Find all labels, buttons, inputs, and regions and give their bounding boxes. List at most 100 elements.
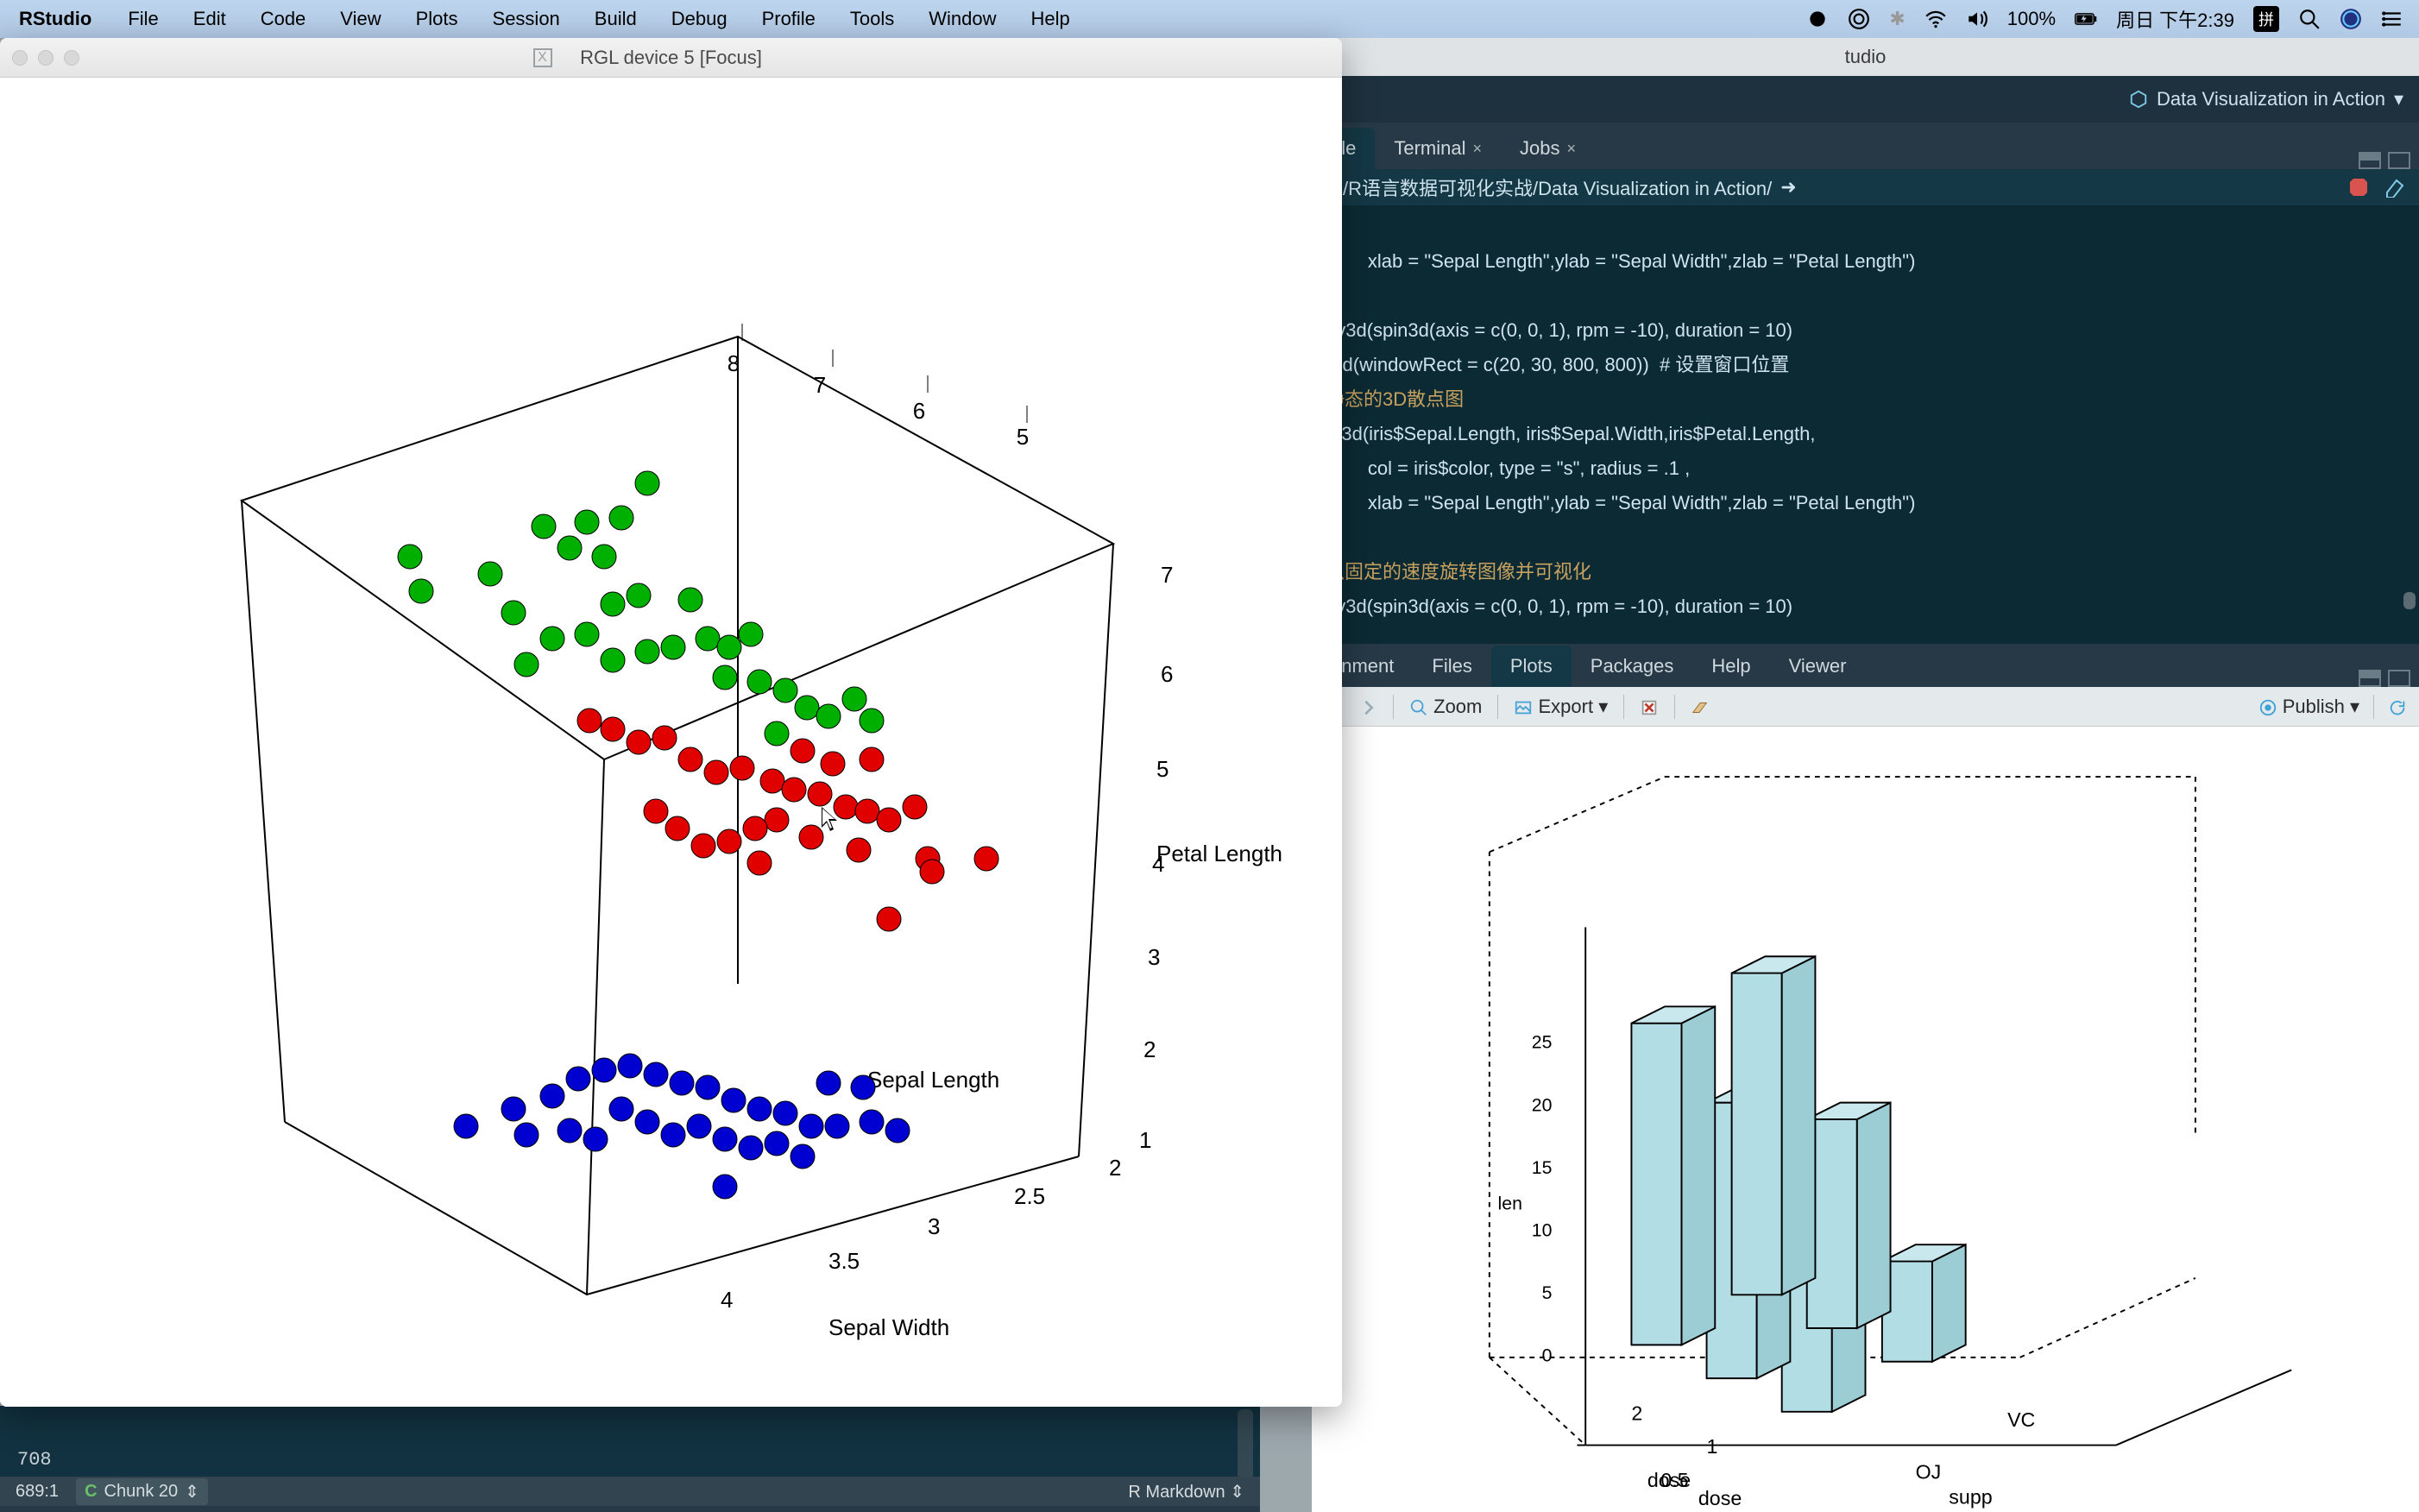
menu-build[interactable]: Build (577, 8, 654, 30)
next-plot-icon[interactable] (1358, 696, 1377, 718)
svg-text:8: 8 (728, 350, 740, 376)
tab-jobs[interactable]: Jobs × (1501, 128, 1595, 169)
menu-debug[interactable]: Debug (654, 8, 745, 30)
plots-toolbar: Zoom Export ▾ Publish ▾ (1312, 687, 2419, 727)
svg-text:Sepal Length: Sepal Length (867, 1067, 999, 1093)
battery-percent: 100% (2007, 8, 2056, 30)
bluetooth-icon[interactable]: ✱ (1889, 8, 1905, 30)
project-name: Data Visualization in Action (2157, 88, 2385, 110)
tab-help[interactable]: Help (1692, 646, 1769, 687)
menu-code[interactable]: Code (243, 8, 324, 30)
menu-extras-icon[interactable] (2381, 8, 2403, 30)
rstudio-titlebar: tudio (1312, 38, 2419, 76)
svg-text:dose: dose (1698, 1487, 1742, 1509)
menu-session[interactable]: Session (476, 8, 577, 30)
stop-icon[interactable] (2348, 177, 2369, 198)
source-tabs: ole Terminal× Jobs× (1312, 123, 2419, 169)
chevron-down-icon: ▾ (2394, 88, 2403, 110)
clear-console-icon[interactable] (2383, 177, 2407, 198)
menu-help[interactable]: Help (1014, 8, 1087, 30)
close-icon[interactable]: × (1567, 140, 1577, 158)
goto-arrow-icon[interactable]: ➜ (1780, 176, 1796, 198)
rstudio-title-partial: tudio (1845, 46, 1887, 68)
pane-resize-icons[interactable] (2359, 670, 2419, 687)
tab-label: Help (1711, 655, 1750, 677)
tab-label: Terminal (1394, 137, 1465, 160)
scrollbar[interactable] (1238, 1409, 1253, 1480)
console-path-row: 课/R语言数据可视化实战/Data Visualization in Actio… (1312, 169, 2419, 205)
publish-button[interactable]: Publish ▾ (2258, 696, 2359, 718)
menu-tools[interactable]: Tools (833, 8, 911, 30)
svg-text:5: 5 (1017, 424, 1029, 450)
svg-text:7: 7 (1161, 562, 1173, 588)
svg-text:5: 5 (1542, 1282, 1553, 1303)
tab-label: Jobs (1520, 137, 1559, 160)
siri-icon[interactable] (2340, 8, 2362, 30)
rgl-titlebar[interactable]: X RGL device 5 [Focus] (0, 38, 1342, 78)
svg-text:2: 2 (1631, 1402, 1642, 1425)
tab-plots[interactable]: Plots (1491, 646, 1572, 687)
menu-plots[interactable]: Plots (399, 8, 476, 30)
svg-text:4: 4 (721, 1287, 733, 1313)
svg-text:3: 3 (1148, 944, 1160, 970)
menu-edit[interactable]: Edit (176, 8, 243, 30)
svg-text:6: 6 (1161, 661, 1173, 687)
refresh-plot-icon[interactable] (2388, 696, 2407, 718)
menu-file[interactable]: File (110, 8, 175, 30)
svg-text:20: 20 (1532, 1094, 1553, 1115)
wifi-icon[interactable] (1924, 8, 1947, 30)
rgl-window[interactable]: X RGL device 5 [Focus] 8 7 (0, 38, 1342, 1407)
filetype-select[interactable]: R Markdown ⇕ (1128, 1481, 1244, 1503)
svg-text:15: 15 (1532, 1157, 1553, 1178)
app-name[interactable]: RStudio (0, 8, 110, 30)
svg-text:supp: supp (1949, 1485, 1992, 1508)
tab-label: Viewer (1789, 655, 1847, 677)
menu-window[interactable]: Window (911, 8, 1013, 30)
zoom-button[interactable]: Zoom (1409, 696, 1482, 718)
menu-profile[interactable]: Profile (745, 8, 833, 30)
rgl-title-text: RGL device 5 [Focus] (580, 47, 762, 69)
pane-resize-icons[interactable] (2359, 152, 2419, 169)
line-number: 708 (17, 1449, 52, 1471)
console-output[interactable]: xlab = "Sepal Length",ylab = "Sepal Widt… (1312, 205, 2419, 644)
tab-terminal[interactable]: Terminal × (1375, 128, 1501, 169)
battery-icon[interactable] (2075, 8, 2097, 30)
dose-label: dose (1647, 1469, 1691, 1491)
window-traffic-lights[interactable] (12, 50, 79, 66)
svg-text:5: 5 (1156, 756, 1169, 782)
svg-text:0: 0 (1542, 1345, 1553, 1366)
lower-left-pane-tabs: Histor Connections Git (0, 1506, 1260, 1512)
svg-text:Petal Length: Petal Length (1156, 841, 1282, 866)
svg-text:25: 25 (1532, 1032, 1553, 1053)
publish-label: Publish (2283, 696, 2345, 717)
source-editor-gutter: 708 (0, 1406, 1260, 1484)
menu-view[interactable]: View (323, 8, 398, 30)
source-statusbar: 689:1 CChunk 20⇕ R Markdown ⇕ (0, 1477, 1260, 1506)
svg-text:3.5: 3.5 (828, 1248, 860, 1274)
spotlight-icon[interactable] (2298, 8, 2321, 30)
chunk-indicator[interactable]: CChunk 20⇕ (76, 1478, 208, 1505)
tab-label: Plots (1510, 655, 1553, 677)
volume-icon[interactable] (1966, 8, 1988, 30)
record-icon[interactable] (1806, 8, 1829, 30)
svg-text:2: 2 (1109, 1155, 1121, 1181)
svg-text:2: 2 (1143, 1036, 1156, 1062)
remove-plot-icon[interactable] (1640, 696, 1659, 718)
project-selector[interactable]: Data Visualization in Action ▾ (1312, 76, 2419, 123)
rgl-3d-scatter[interactable]: 8 7 6 5 7 6 5 4 3 2 (0, 78, 1342, 1407)
tab-viewer[interactable]: Viewer (1770, 646, 1866, 687)
close-icon[interactable]: × (1473, 140, 1483, 158)
export-button[interactable]: Export ▾ (1514, 696, 1608, 718)
tab-packages[interactable]: Packages (1572, 646, 1693, 687)
svg-text:1: 1 (1707, 1435, 1718, 1458)
bar3d-plot: 0 5 10 15 20 25 len (1312, 727, 2419, 1512)
svg-text:6: 6 (913, 398, 925, 424)
tab-files[interactable]: Files (1413, 646, 1490, 687)
scrollbar-thumb[interactable] (2403, 592, 2416, 609)
clear-all-plots-icon[interactable] (1691, 696, 1710, 718)
clock[interactable]: 周日 下午2:39 (2116, 5, 2234, 33)
plots-pane[interactable]: 0 5 10 15 20 25 len (1312, 727, 2419, 1512)
input-method-icon[interactable]: 拼 (2253, 6, 2279, 32)
cc-icon[interactable] (1848, 8, 1870, 30)
svg-text:Sepal Width: Sepal Width (828, 1314, 949, 1340)
